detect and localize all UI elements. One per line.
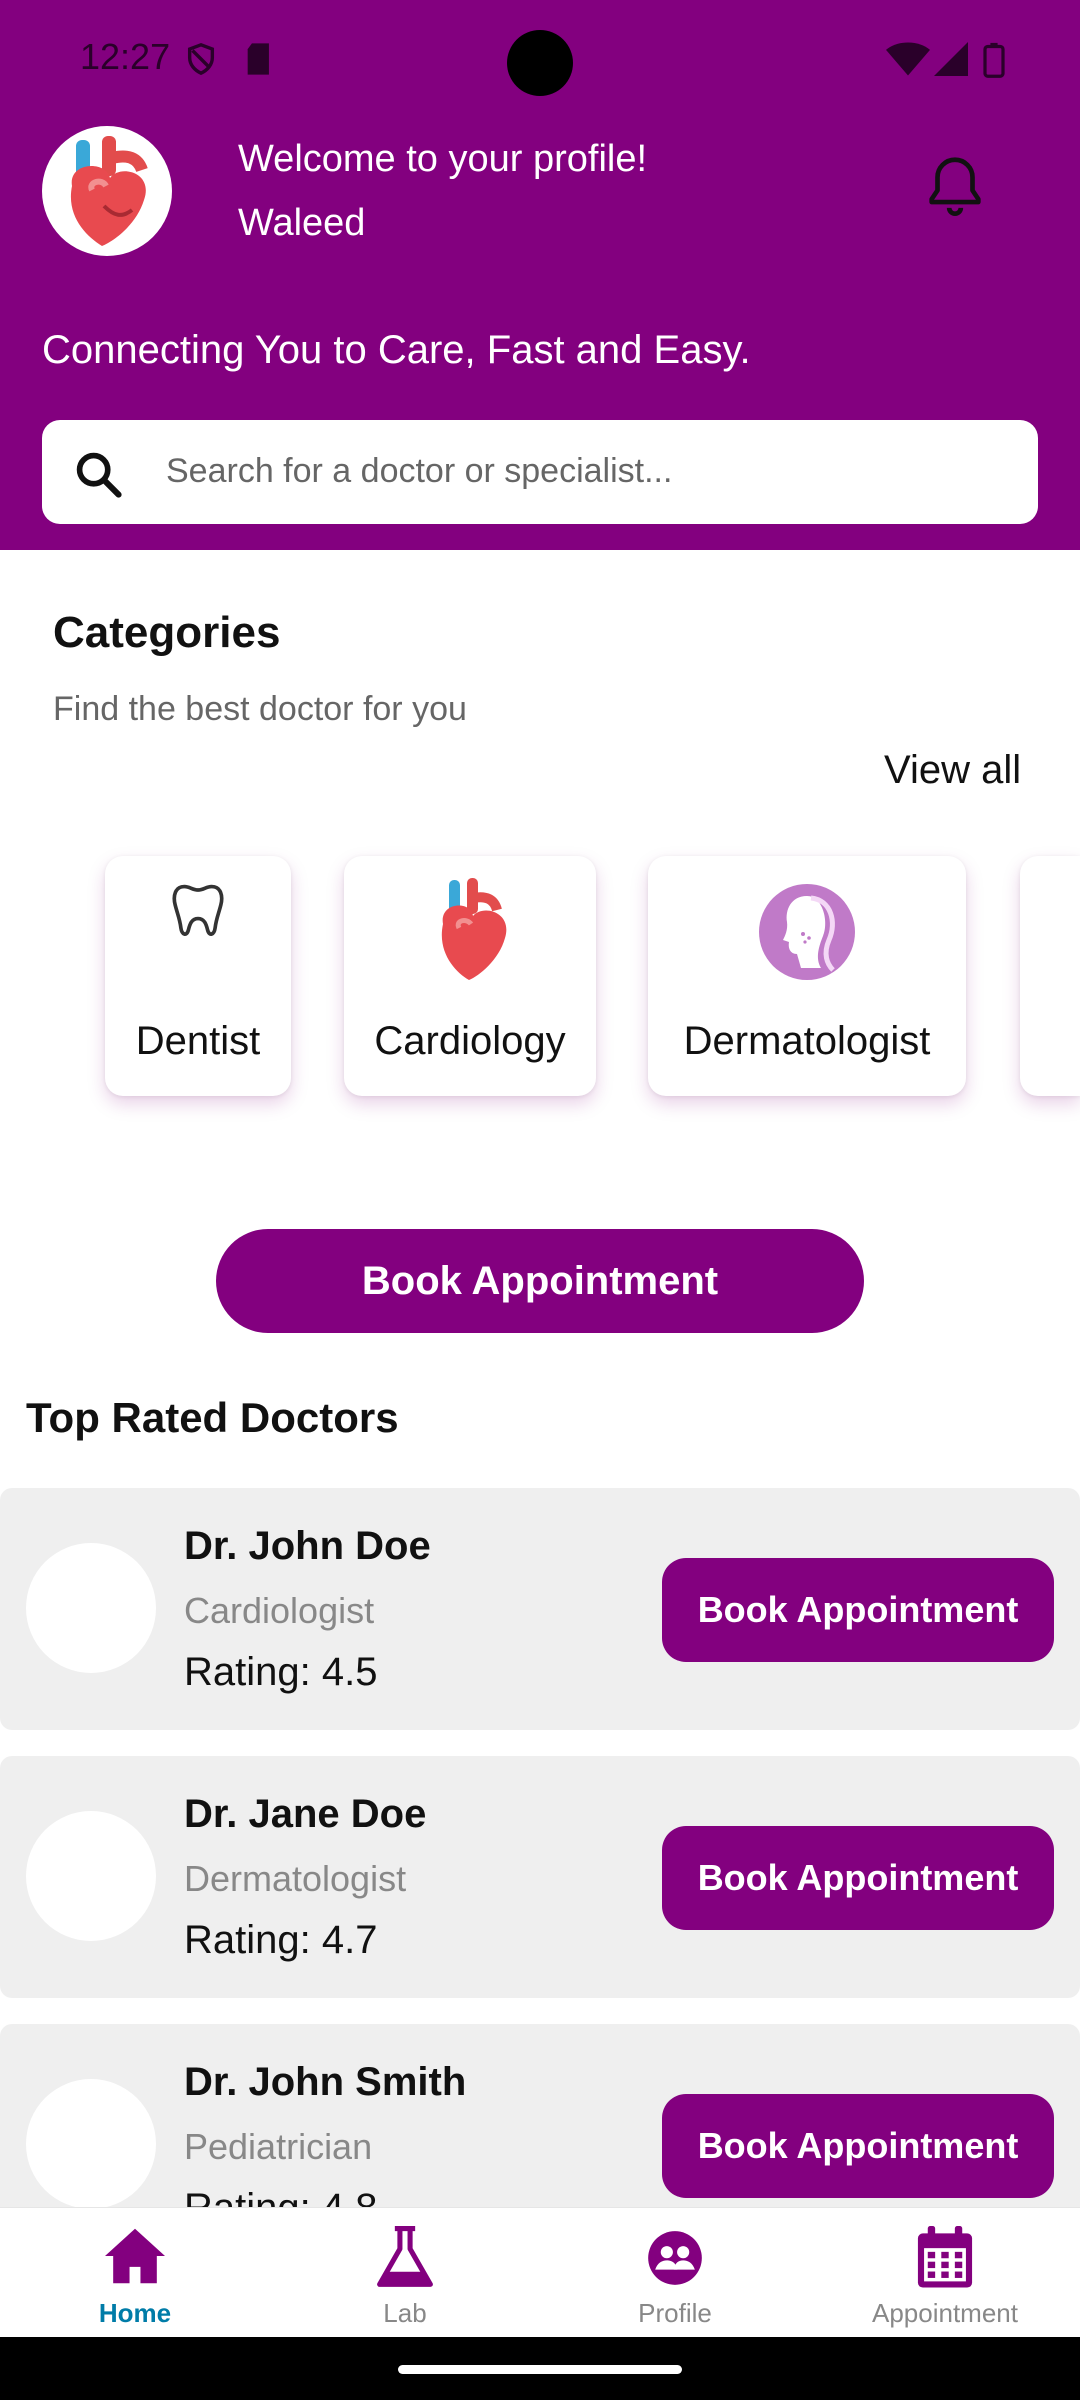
- nav-label: Profile: [638, 2298, 712, 2328]
- tagline: Connecting You to Care, Fast and Easy.: [42, 328, 751, 372]
- doctor-avatar: [26, 2079, 156, 2209]
- view-all-link[interactable]: View all: [884, 748, 1021, 793]
- header: 12:27 Welcome to your profile! Waleed Co…: [0, 0, 1080, 550]
- categories-subtitle: Find the best doctor for you: [53, 690, 467, 728]
- nav-appointment[interactable]: Appointment: [810, 2208, 1080, 2338]
- category-card-dentist[interactable]: Dentist: [105, 856, 291, 1096]
- top-rated-title: Top Rated Doctors: [26, 1394, 399, 1441]
- username: Waleed: [238, 202, 366, 244]
- doctor-specialty: Pediatrician: [184, 2126, 373, 2167]
- book-appointment-button[interactable]: Book Appointment: [216, 1229, 864, 1333]
- doctor-avatar: [26, 1543, 156, 1673]
- shield-status-icon: [187, 43, 215, 76]
- nav-label: Home: [98, 2298, 172, 2328]
- doctor-name: Dr. John Doe: [184, 1524, 431, 1568]
- doctor-specialty: Dermatologist: [184, 1858, 407, 1899]
- welcome-text: Welcome to your profile!: [238, 138, 648, 180]
- heart-icon: [441, 878, 507, 980]
- doctor-specialty: Cardiologist: [184, 1590, 375, 1631]
- doctor-rating: Rating: 4.5: [184, 1650, 378, 1694]
- doctor-card[interactable]: Dr. John Doe Cardiologist Rating: 4.5 Bo…: [0, 1488, 1080, 1730]
- search-placeholder[interactable]: Search for a doctor or specialist...: [166, 452, 672, 491]
- category-label: Dermatologist: [683, 1019, 931, 1063]
- doctor-name: Dr. John Smith: [184, 2060, 467, 2104]
- sdcard-status-icon: [247, 43, 269, 75]
- doctor-name: Dr. Jane Doe: [184, 1792, 427, 1836]
- wifi-icon: [886, 42, 930, 76]
- profile-icon: [648, 2231, 702, 2285]
- doctor-rating: Rating: 4.7: [184, 1918, 378, 1962]
- nav-label: Appointment: [872, 2298, 1018, 2328]
- nav-profile[interactable]: Profile: [540, 2208, 810, 2338]
- category-card-dermatologist[interactable]: Dermatologist: [648, 856, 966, 1096]
- user-avatar[interactable]: [42, 126, 172, 256]
- category-card-partial[interactable]: [1020, 856, 1080, 1096]
- battery-icon: [983, 42, 1005, 78]
- notification-bell-icon[interactable]: [920, 150, 990, 222]
- face-icon: [759, 884, 855, 980]
- doctor-card[interactable]: Dr. Jane Doe Dermatologist Rating: 4.7 B…: [0, 1756, 1080, 1998]
- nav-home[interactable]: Home: [0, 2208, 270, 2338]
- front-camera: [507, 30, 573, 96]
- doctor-book-button[interactable]: Book Appointment: [662, 1558, 1054, 1662]
- bottom-navigation: Home Lab Profile Appointment: [0, 2207, 1080, 2338]
- search-icon: [76, 452, 122, 498]
- status-time: 12:27: [80, 36, 171, 77]
- flask-icon: [377, 2226, 433, 2287]
- nav-lab[interactable]: Lab: [270, 2208, 540, 2338]
- doctor-book-button[interactable]: Book Appointment: [662, 2094, 1054, 2198]
- doctor-book-button[interactable]: Book Appointment: [662, 1826, 1054, 1930]
- nav-label: Lab: [383, 2298, 427, 2328]
- category-label: Dentist: [135, 1019, 261, 1063]
- categories-title: Categories: [53, 608, 281, 657]
- category-card-cardiology[interactable]: Cardiology: [344, 856, 596, 1096]
- search-bar[interactable]: Search for a doctor or specialist...: [42, 420, 1038, 524]
- signal-icon: [934, 42, 968, 76]
- tooth-icon: [172, 884, 224, 936]
- home-gesture-handle[interactable]: [398, 2365, 682, 2374]
- heart-avatar-icon: [70, 136, 148, 246]
- home-icon: [105, 2228, 165, 2284]
- category-label: Cardiology: [374, 1019, 566, 1063]
- calendar-icon: [917, 2226, 973, 2288]
- doctor-avatar: [26, 1811, 156, 1941]
